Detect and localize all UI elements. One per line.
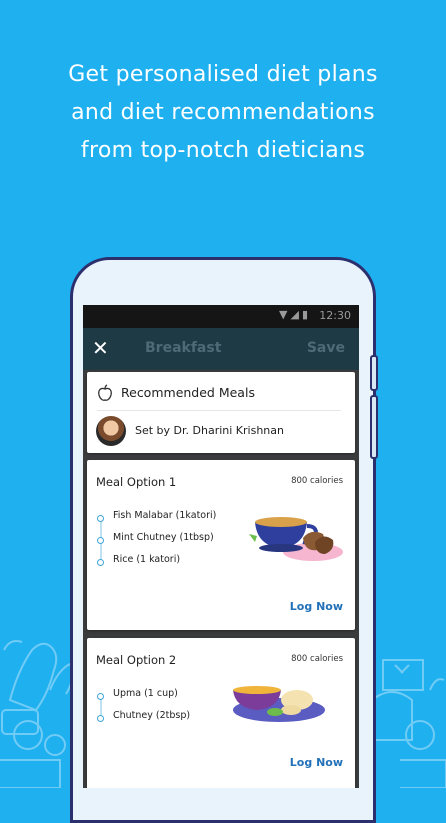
status-time: 12:30 bbox=[319, 309, 351, 322]
battery-icon: ▮ bbox=[301, 308, 311, 321]
meal-item-label: Rice (1 katori) bbox=[113, 554, 181, 565]
meal-item-label: Upma (1 cup) bbox=[113, 688, 178, 699]
dietician-avatar bbox=[96, 416, 126, 446]
meal-option-card: Meal Option 1 800 calories Fish Malabar … bbox=[87, 460, 355, 630]
log-now-button[interactable]: Log Now bbox=[290, 600, 343, 613]
tea-and-toast-illustration bbox=[249, 517, 343, 561]
headline-line-1: Get personalised diet plans bbox=[68, 62, 378, 87]
meal-item-label: Mint Chutney (1tbsp) bbox=[113, 532, 214, 543]
meal-option-title: Meal Option 1 bbox=[96, 475, 177, 489]
headline-line-2: and diet recommendations bbox=[71, 100, 375, 125]
divider bbox=[97, 410, 341, 411]
meal-item-label: Chutney (2tbsp) bbox=[113, 710, 191, 721]
phone-power-button bbox=[370, 355, 378, 391]
recommended-meals-card: Recommended Meals Set by Dr. Dharini Kri… bbox=[87, 372, 355, 453]
meal-option-title: Meal Option 2 bbox=[96, 653, 177, 667]
promo-headline: Get personalised diet plans and diet rec… bbox=[0, 56, 446, 170]
toolbar-title: Breakfast bbox=[145, 340, 222, 356]
phone-screen: ▼◢▮ 12:30 ✕ Breakfast Save Recommended M… bbox=[83, 305, 359, 788]
toolbar: ✕ Breakfast Save bbox=[83, 328, 359, 370]
set-by-label: Set by Dr. Dharini Krishnan bbox=[135, 424, 284, 437]
apple-icon bbox=[98, 384, 112, 401]
signal-icon: ◢ bbox=[290, 308, 302, 321]
bullet-dot bbox=[97, 515, 104, 522]
bullet-dot bbox=[97, 559, 104, 566]
recommended-meals-title: Recommended Meals bbox=[121, 385, 255, 400]
meal-item-label: Fish Malabar (1katori) bbox=[113, 510, 217, 521]
close-icon[interactable]: ✕ bbox=[92, 336, 109, 360]
headline-line-3: from top-notch dieticians bbox=[80, 138, 366, 163]
bullet-dot bbox=[97, 715, 104, 722]
log-now-button[interactable]: Log Now bbox=[290, 756, 343, 769]
phone-volume-button bbox=[370, 395, 378, 459]
meal-calories: 800 calories bbox=[291, 476, 343, 486]
meal-option-card: Meal Option 2 800 calories Upma (1 cup) … bbox=[87, 638, 355, 788]
upma-plate-illustration bbox=[233, 686, 325, 722]
status-icons: ▼◢▮ bbox=[279, 308, 311, 321]
meal-calories: 800 calories bbox=[291, 654, 343, 664]
status-bar: ▼◢▮ 12:30 bbox=[83, 305, 359, 328]
bullet-dot bbox=[97, 693, 104, 700]
wifi-icon: ▼ bbox=[279, 308, 291, 321]
bullet-dot bbox=[97, 537, 104, 544]
save-button[interactable]: Save bbox=[307, 340, 345, 356]
